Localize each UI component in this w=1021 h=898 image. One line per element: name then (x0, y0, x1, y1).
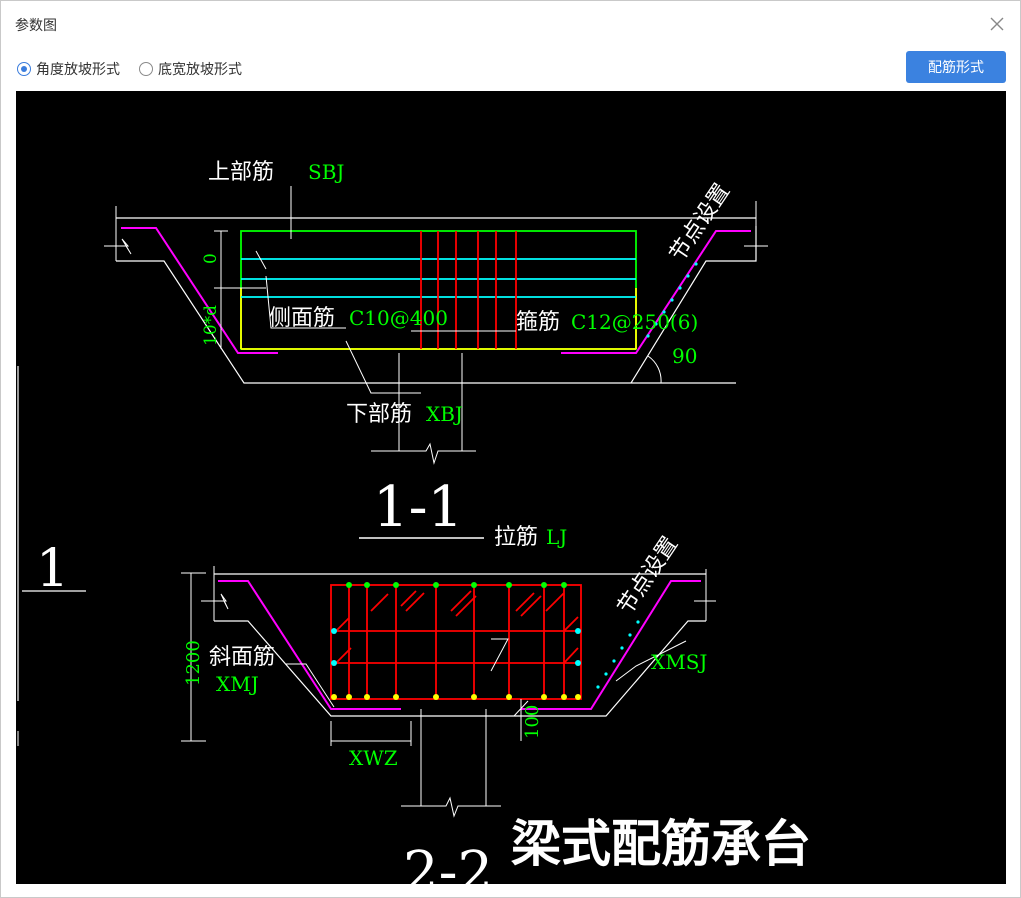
dim-1200: 1200 (183, 640, 204, 686)
dialog-title: 参数图 (15, 18, 57, 34)
slope-top-code: XMSJ (651, 650, 707, 674)
title-bar: 参数图 (1, 1, 1020, 47)
left-marker-number: 1 (36, 539, 69, 599)
dim-xwz: XWZ (349, 746, 398, 770)
cad-drawing: 上部筋 SBJ 侧面筋 C10@400 箍筋 C12@250(6) 下部筋 XB… (17, 160, 811, 884)
top-bar-code: SBJ (308, 160, 344, 184)
radio-angle-slope[interactable]: 角度放坡形式 (17, 59, 120, 79)
section-1-1-title: 1-1 (373, 475, 463, 540)
left-marker: 1 (17, 366, 86, 746)
close-icon[interactable] (986, 13, 1008, 35)
dim-100: 100 (522, 705, 543, 739)
drawing-caption: 梁式配筋承台 (511, 815, 811, 873)
bottom-bar-label: 下部筋 (346, 402, 412, 427)
radio-width-slope[interactable]: 底宽放坡形式 (139, 59, 242, 79)
rebar-form-button[interactable]: 配筋形式 (906, 51, 1006, 83)
radio-unchecked-icon[interactable] (139, 62, 153, 76)
side-bar-code: C10@400 (349, 306, 448, 330)
toolbar: 角度放坡形式 底宽放坡形式 配筋形式 (1, 49, 1020, 89)
stirrup-code: C12@250(6) (571, 310, 698, 334)
section-1-1: 上部筋 SBJ 侧面筋 C10@400 箍筋 C12@250(6) 下部筋 XB… (104, 160, 768, 540)
side-bar-label: 侧面筋 (269, 306, 335, 331)
top-bar-label: 上部筋 (208, 160, 274, 185)
node-setting-label-2: 节点设置 (613, 532, 683, 619)
bottom-bar-code: XBJ (426, 402, 463, 426)
stirrup-label: 箍筋 (516, 310, 560, 335)
parameter-drawing-canvas: 上部筋 SBJ 侧面筋 C10@400 箍筋 C12@250(6) 下部筋 XB… (16, 91, 1006, 884)
angle-value: 90 (672, 344, 697, 368)
dim-zero: 0 (201, 253, 221, 264)
radio-width-slope-label: 底宽放坡形式 (158, 62, 242, 78)
radio-angle-slope-label: 角度放坡形式 (36, 62, 120, 78)
slope-bar-label: 斜面筋 (209, 645, 275, 670)
parameter-dialog: 参数图 角度放坡形式 底宽放坡形式 配筋形式 上部筋 SBJ 侧面筋 C10@4… (0, 0, 1021, 898)
slope-bar-code: XMJ (216, 672, 259, 696)
dim-10d: 10*d (201, 305, 221, 346)
section-2-2-title: 2-2 (403, 840, 493, 884)
tie-code: LJ (546, 525, 567, 549)
radio-checked-icon[interactable] (17, 62, 31, 76)
tie-label: 拉筋 (494, 525, 538, 550)
